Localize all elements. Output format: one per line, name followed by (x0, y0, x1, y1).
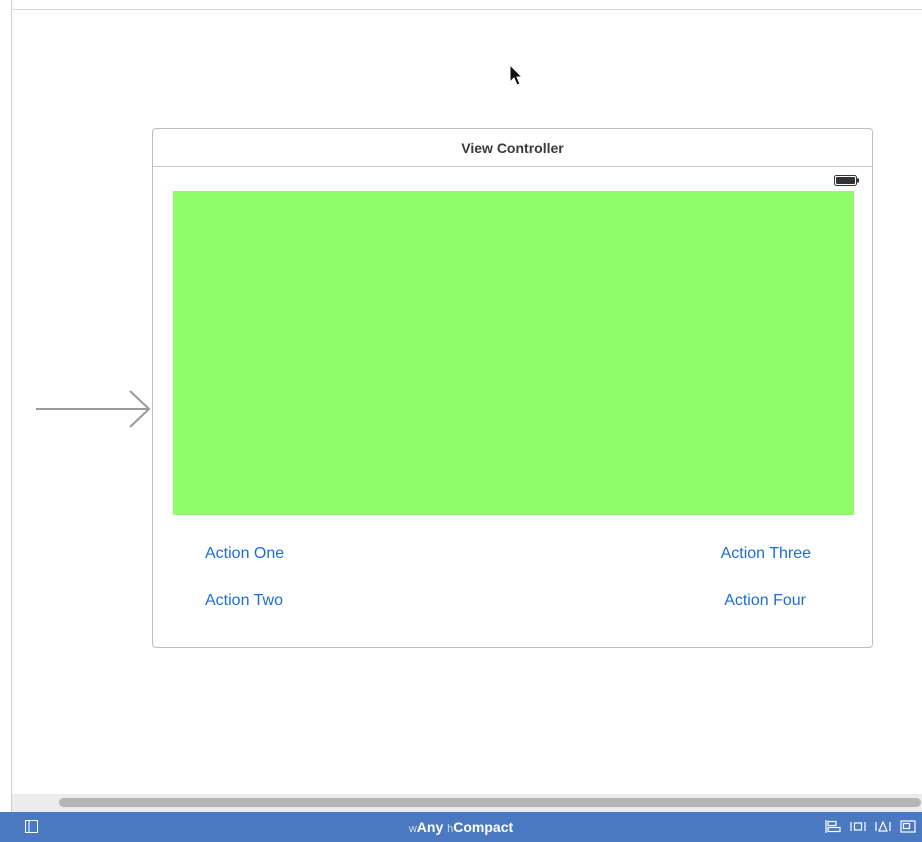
action-two-button[interactable]: Action Two (205, 592, 283, 610)
canvas-left-divider (11, 0, 12, 812)
horizontal-scrollbar[interactable] (12, 794, 922, 812)
scene-title: View Controller (461, 139, 564, 156)
action-one-button[interactable]: Action One (205, 545, 284, 563)
scene-title-bar[interactable]: View Controller (153, 129, 872, 167)
layout-tools (825, 819, 916, 834)
height-class-value: Compact (453, 819, 514, 835)
width-class-value: Any (416, 819, 444, 835)
view-controller-scene[interactable]: View Controller Action One Action Two Ac… (152, 128, 873, 648)
resolve-issues-icon[interactable] (875, 819, 891, 834)
canvas-top-divider (11, 9, 922, 10)
action-four-button[interactable]: Action Four (724, 592, 806, 610)
horizontal-scrollbar-thumb[interactable] (59, 798, 921, 807)
size-class-selector[interactable]: wAny hCompact (0, 819, 922, 835)
align-icon[interactable] (825, 819, 841, 834)
width-prefix: w (408, 823, 417, 835)
size-class-bar: wAny hCompact (0, 812, 922, 842)
pin-icon[interactable] (850, 819, 866, 834)
battery-icon (834, 175, 859, 186)
mouse-cursor-icon (509, 64, 524, 86)
height-prefix: h (447, 823, 454, 835)
initial-view-controller-arrow-icon[interactable] (36, 388, 154, 430)
resizing-icon[interactable] (900, 819, 916, 834)
storyboard-canvas[interactable]: View Controller Action One Action Two Ac… (0, 0, 922, 842)
action-three-button[interactable]: Action Three (721, 545, 811, 563)
green-content-view[interactable] (173, 191, 854, 515)
